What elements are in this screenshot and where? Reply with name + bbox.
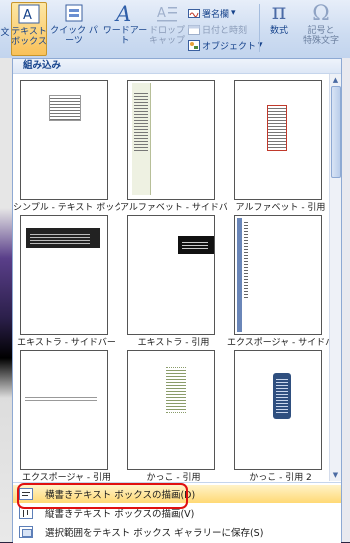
gallery-item-extra-sidebar[interactable]: エキストラ - サイドバー [13, 213, 120, 348]
gallery-item-alphabet-sidebar[interactable]: アルファベット - サイドバー [120, 78, 227, 213]
thumb-sidebar-bar [132, 83, 151, 195]
object-button[interactable]: オブジェクト ▾ [188, 38, 263, 52]
document-background-right [342, 58, 350, 542]
textbox-button[interactable]: A テキスト ボックス [11, 2, 47, 56]
gallery-item-caption: シンプル - テキスト ボックス [13, 203, 120, 213]
equation-button[interactable]: π 数式 [263, 2, 295, 54]
thumbnail-bracket-quote-2 [234, 350, 322, 470]
omega-icon: Ω [312, 1, 330, 25]
pi-icon: π [271, 0, 287, 25]
wordart-label: ワードアート [102, 26, 148, 46]
ribbon-partial-button[interactable]: 文 [0, 2, 10, 54]
gallery-item-bracket-quote[interactable]: かっこ - 引用 [120, 348, 227, 481]
gallery-item-simple[interactable]: シンプル - テキスト ボックス [13, 78, 120, 213]
gallery-item-caption: アルファベット - サイドバー [120, 203, 227, 213]
thumb-dark-band [26, 228, 100, 248]
save-selection-label: 選択範囲をテキスト ボックス ギャラリーに保存(S) [45, 528, 264, 539]
ribbon: 文 A テキスト ボックス クイック パーツ A ワードアート A ドロップ キ… [0, 0, 350, 59]
scroll-up-icon[interactable]: ▲ [331, 75, 340, 85]
gallery-item-exposure-quote[interactable]: エクスポージャ - 引用 [13, 348, 120, 481]
thumb-quote-lines [25, 395, 97, 403]
save-to-gallery-icon [19, 526, 33, 538]
thumbnail-bracket-quote [127, 350, 215, 470]
thumbnail-exposure-sidebar [234, 215, 322, 335]
wordart-icon: A [112, 2, 138, 24]
gallery-scrollbar[interactable]: ▲ ▼ [329, 74, 341, 481]
thumb-dark-quote [178, 236, 214, 254]
gallery-footer: 横書きテキスト ボックスの描画(D) 縦書きテキスト ボックスの描画(V) 選択… [13, 482, 341, 543]
gallery-item-caption: かっこ - 引用 2 [249, 473, 312, 481]
signature-label: 署名欄 [202, 9, 230, 20]
equation-label: 数式 [269, 26, 288, 36]
symbol-button[interactable]: Ω 記号と 特殊文字 [297, 2, 345, 54]
partial-label: 文 [0, 28, 10, 38]
gallery-item-caption: エクスポージャ - サイドバー [227, 338, 331, 348]
save-selection-item[interactable]: 選択範囲をテキスト ボックス ギャラリーに保存(S) [13, 523, 341, 541]
thumbnail-simple [20, 80, 108, 200]
thumb-textbox [49, 95, 81, 121]
ribbon-separator [259, 4, 260, 52]
quickparts-button[interactable]: クイック パーツ [48, 2, 100, 54]
svg-text:A: A [157, 6, 166, 21]
scrollbar-thumb[interactable] [331, 86, 341, 178]
gallery-item-caption: エキストラ - サイドバー [17, 338, 116, 348]
textbox-label: テキスト ボックス [11, 27, 47, 47]
gallery-item-bracket-quote-2[interactable]: かっこ - 引用 2 [227, 348, 331, 481]
dropcap-button[interactable]: A ドロップ キャップ [149, 2, 186, 54]
signature-dropdown-icon: ▾ [231, 8, 236, 18]
symbol-label: 記号と 特殊文字 [302, 26, 339, 46]
dropcap-icon: A [154, 2, 180, 24]
textbox-icon: A [16, 3, 42, 25]
gallery-item-caption: エクスポージャ - 引用 [21, 473, 112, 481]
gallery-item-caption: アルファベット - 引用 [235, 203, 326, 213]
thumb-blue-strip [237, 218, 242, 332]
svg-text:A: A [114, 2, 131, 24]
calendar-icon [188, 24, 200, 35]
thumb-quote-box [267, 105, 287, 151]
signature-line-button[interactable]: 署名欄 ▾ [188, 6, 236, 20]
wordart-button[interactable]: A ワードアート [101, 2, 149, 54]
svg-text:A: A [23, 8, 32, 23]
quickparts-label: クイック パーツ [50, 26, 98, 46]
scroll-down-icon[interactable]: ▼ [331, 470, 340, 480]
gallery-item-extra-quote[interactable]: エキストラ - 引用 [120, 213, 227, 348]
annotation-highlight-ring [17, 483, 188, 509]
thumbnail-alphabet-sidebar [127, 80, 215, 200]
gallery-grid: シンプル - テキスト ボックス アルファベット - サイドバー アルファベット… [13, 74, 331, 481]
gallery-item-caption: かっこ - 引用 [146, 473, 201, 481]
document-background-left [0, 58, 12, 542]
gallery-item-alphabet-quote[interactable]: アルファベット - 引用 [227, 78, 331, 213]
gallery-section-header: 組み込み [13, 59, 341, 74]
dropcap-label: ドロップ キャップ [149, 26, 186, 46]
datetime-label: 日付と時刻 [202, 25, 248, 36]
quickparts-icon [61, 2, 87, 24]
gallery-item-exposure-sidebar[interactable]: エクスポージャ - サイドバー [227, 213, 331, 348]
thumbnail-alphabet-quote [234, 80, 322, 200]
thumbnail-extra-sidebar [20, 215, 108, 335]
object-label: オブジェクト [202, 41, 257, 52]
thumb-bracket-box [166, 367, 186, 413]
gallery-item-caption: エキストラ - 引用 [137, 338, 210, 348]
thumbnail-extra-quote [127, 215, 215, 335]
object-icon [188, 39, 200, 51]
thumb-blue-box [273, 373, 291, 419]
thumbnail-exposure-quote [20, 350, 108, 470]
textbox-gallery-panel: 組み込み シンプル - テキスト ボックス アルファベット - サイドバー アル… [12, 58, 342, 543]
signature-icon [188, 8, 200, 18]
datetime-button[interactable]: 日付と時刻 [188, 22, 247, 36]
